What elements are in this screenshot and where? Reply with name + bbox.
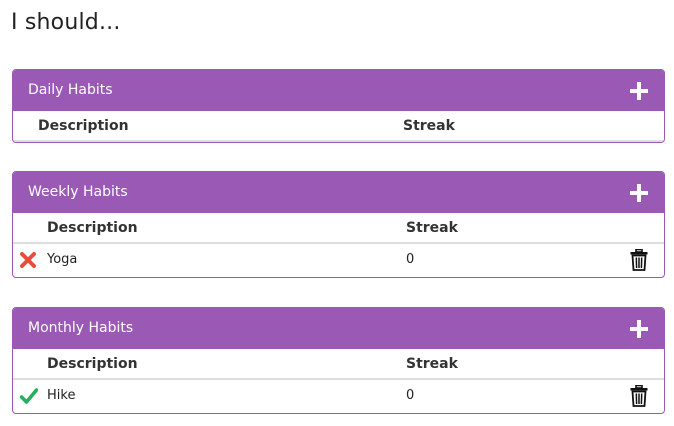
table-header: Description Streak: [13, 349, 664, 380]
description-header: Description: [47, 356, 138, 372]
add-habit-button[interactable]: [630, 82, 648, 100]
table-row: Yoga 0: [13, 244, 664, 277]
streak-header: Streak: [406, 220, 458, 236]
habit-streak: 0: [406, 252, 415, 267]
streak-header: Streak: [406, 356, 458, 372]
panel-header: Daily Habits: [13, 70, 664, 111]
table-row: Hike 0: [13, 380, 664, 413]
trash-icon[interactable]: [630, 384, 648, 407]
panel-header: Monthly Habits: [13, 308, 664, 349]
daily-habits-panel: Daily Habits Description Streak: [12, 69, 665, 143]
table-header: Description Streak: [13, 213, 664, 244]
description-header: Description: [47, 220, 138, 236]
habit-streak: 0: [406, 388, 415, 403]
weekly-habits-panel: Weekly Habits Description Streak Yoga 0: [12, 171, 665, 278]
streak-header: Streak: [403, 118, 455, 134]
habit-description: Yoga: [47, 252, 78, 267]
panel-title: Daily Habits: [28, 82, 113, 98]
add-habit-button[interactable]: [630, 320, 648, 338]
panel-header: Weekly Habits: [13, 172, 664, 213]
description-header: Description: [38, 118, 129, 134]
panel-title: Weekly Habits: [28, 184, 128, 200]
table-header: Description Streak: [13, 111, 664, 142]
monthly-habits-panel: Monthly Habits Description Streak Hike 0: [12, 307, 665, 414]
check-icon[interactable]: [19, 388, 39, 404]
habit-description: Hike: [47, 388, 76, 403]
x-icon[interactable]: [20, 252, 36, 268]
page-title: I should...: [11, 10, 121, 35]
panel-title: Monthly Habits: [28, 320, 134, 336]
add-habit-button[interactable]: [630, 184, 648, 202]
trash-icon[interactable]: [630, 248, 648, 271]
